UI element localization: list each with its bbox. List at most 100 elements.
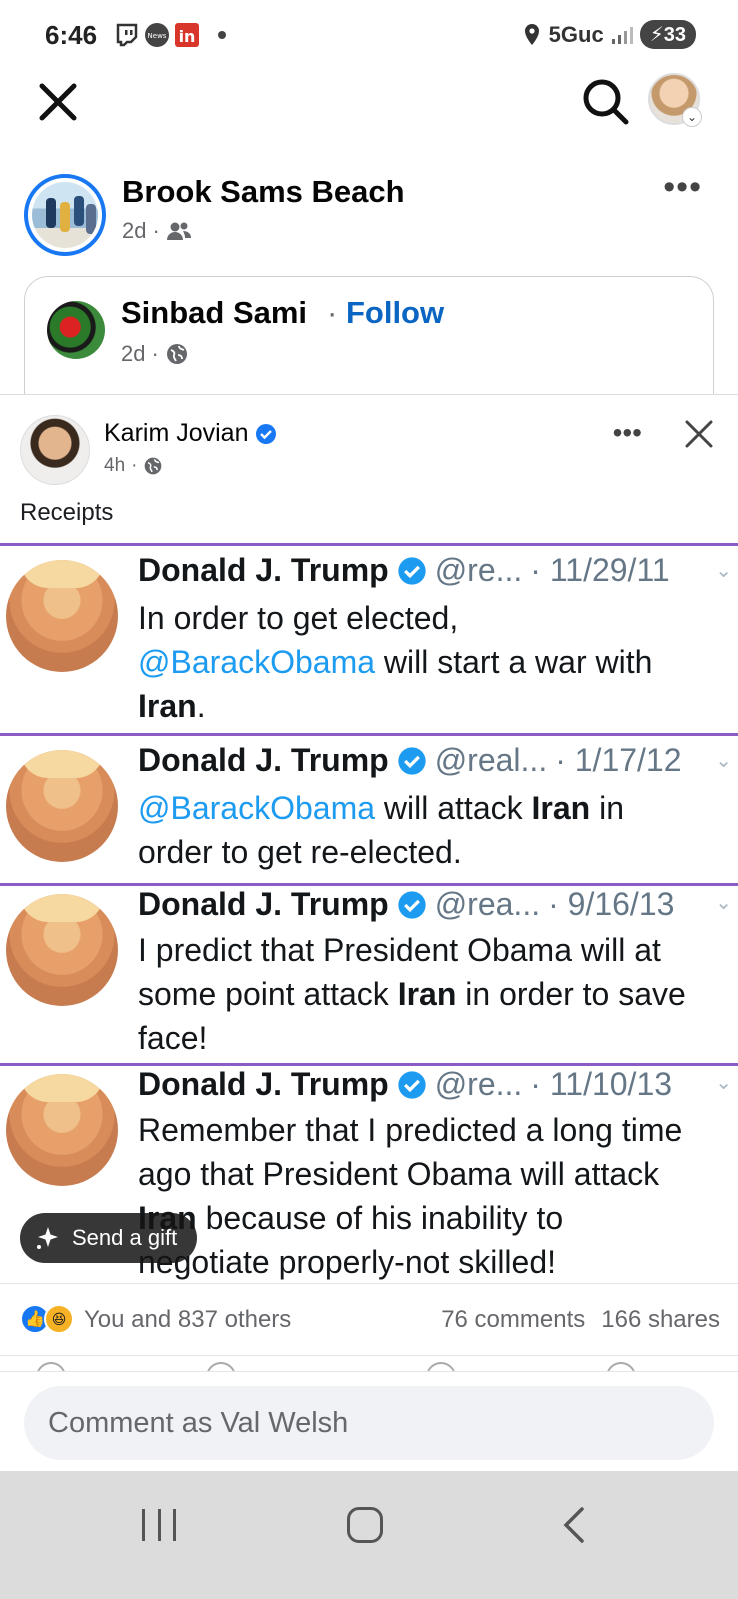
inner-author-row: Karim Jovian: [104, 419, 277, 448]
tweet-author: Donald J. Trump: [138, 742, 389, 778]
follow-label: Follow: [345, 295, 445, 330]
haha-reaction-icon: 😆: [44, 1304, 74, 1334]
tweet-date: · 11/10/13: [530, 1066, 673, 1102]
home-icon[interactable]: [347, 1507, 383, 1543]
tweet-header: Donald J. Trump @rea... · 9/16/13: [138, 886, 674, 923]
globe-icon: [166, 344, 187, 364]
tweet-text-part: In order to get elected,: [138, 600, 459, 636]
comments-count[interactable]: 76 comments: [441, 1306, 585, 1334]
verified-badge-icon: [255, 423, 276, 444]
svg-text:News: News: [148, 32, 167, 40]
tweet-date: · 11/29/11: [530, 552, 670, 588]
tweet-card: Donald J. Trump @rea... · 9/16/13 ⌄ I pr…: [0, 883, 738, 1063]
send-gift-button[interactable]: Send a gift: [20, 1213, 198, 1263]
chevron-down-icon: ⌄: [715, 750, 732, 772]
tweet-author: Donald J. Trump: [138, 886, 389, 922]
comment-bar: Comment as Val Welsh: [0, 1371, 738, 1471]
tweet-text-part: because of his inability to: [196, 1200, 564, 1236]
tweet-avatar: [6, 750, 118, 862]
post-author[interactable]: Brook Sams Beach: [122, 174, 405, 210]
tweet-header: Donald J. Trump @real... · 1/17/12: [138, 742, 682, 779]
shared-post-card: Sinbad Sami · Follow 2d ·: [24, 276, 714, 406]
chevron-down-icon: ⌄: [715, 560, 732, 582]
hide-post-close-icon[interactable]: [682, 417, 716, 451]
linkedin-icon: in: [175, 23, 199, 47]
follow-separator: ·: [327, 295, 338, 330]
inner-meta: 4h ·: [104, 455, 163, 477]
tweet-text-part: negotiate properly-not skilled!: [138, 1244, 557, 1280]
tweet-date: · 9/16/13: [548, 886, 675, 922]
verified-badge-icon: [398, 556, 426, 585]
notification-dot-icon: [218, 31, 226, 39]
battery-charging-icon: ⚡: [649, 24, 664, 46]
shared-author-avatar[interactable]: [47, 301, 105, 359]
tweet-handle: @re...: [434, 1066, 523, 1102]
engagement-counts: 76 comments 166 shares: [441, 1306, 720, 1334]
profile-avatar[interactable]: ⌄: [648, 73, 702, 127]
more-options-button[interactable]: •••: [663, 170, 702, 204]
tweet-author: Donald J. Trump: [138, 1066, 389, 1102]
tweet-text: @BarackObama will attack Iran in order t…: [138, 786, 738, 874]
signal-icon: [611, 26, 633, 44]
chevron-down-icon: ⌄: [715, 892, 732, 914]
back-icon[interactable]: [556, 1505, 596, 1545]
tweet-text-part: face!: [138, 1020, 208, 1056]
tweet-avatar: [6, 894, 118, 1006]
inner-author-avatar[interactable]: [20, 415, 90, 485]
inner-meta-separator: ·: [131, 455, 138, 476]
tweet-author: Donald J. Trump: [138, 552, 389, 588]
tweet-bold-word: Iran: [531, 790, 591, 826]
status-bar: 6:46 News in 5Guc ⚡33: [0, 0, 738, 70]
tweet-handle: @real...: [434, 742, 548, 778]
follow-button[interactable]: · Follow: [327, 295, 444, 331]
tweet-avatar: [6, 560, 118, 672]
tweet-text-part: will start a war with: [375, 644, 653, 680]
verified-badge-icon: [398, 890, 426, 919]
tweet-bold-word: Iran: [138, 688, 197, 724]
shared-time[interactable]: 2d: [121, 341, 145, 367]
shared-author-name[interactable]: Sinbad Sami: [121, 295, 307, 331]
tweet-mention: @BarackObama: [138, 790, 376, 826]
meta-separator: ·: [152, 218, 160, 243]
inner-post: Karim Jovian 4h · ••• Receipts Donald J.…: [0, 394, 738, 1471]
shares-count[interactable]: 166 shares: [601, 1306, 720, 1334]
news-icon: News: [145, 23, 169, 47]
close-icon[interactable]: [34, 78, 82, 126]
svg-text:in: in: [179, 27, 196, 46]
network-label: 5Guc: [548, 21, 604, 47]
tweet-text-part: Remember that I predicted a long time: [138, 1112, 683, 1148]
reactions-summary: 👍 😆 You and 837 others 76 comments 166 s…: [0, 1283, 738, 1353]
location-icon: [524, 23, 539, 45]
post-header: Brook Sams Beach 2d · •••: [0, 170, 738, 260]
inner-more-button[interactable]: •••: [613, 417, 642, 449]
inner-author-name[interactable]: Karim Jovian: [104, 419, 249, 448]
verified-badge-icon: [398, 746, 426, 775]
post-time[interactable]: 2d: [122, 218, 146, 244]
shared-meta-separator: ·: [151, 341, 159, 366]
system-nav-bar: [0, 1471, 738, 1599]
shared-meta: 2d ·: [121, 341, 189, 367]
tweet-text-part: order to get re-elected.: [138, 834, 462, 870]
tweet-handle: @re...: [434, 552, 523, 588]
recent-apps-icon[interactable]: [142, 1509, 176, 1543]
top-bar: ⌄: [0, 70, 738, 134]
comment-input[interactable]: Comment as Val Welsh: [24, 1386, 714, 1460]
tweet-handle: @rea...: [434, 886, 541, 922]
tweet-bold-word: Iran: [397, 976, 457, 1012]
tweet-text: In order to get elected, @BarackObama wi…: [138, 596, 738, 728]
tweet-text: I predict that President Obama will at s…: [138, 928, 738, 1060]
inner-time[interactable]: 4h: [104, 455, 125, 477]
tweet-header: Donald J. Trump @re... · 11/10/13: [138, 1066, 672, 1103]
tweet-text-part: I predict that President Obama will at: [138, 932, 661, 968]
group-audience-icon: [166, 222, 191, 240]
tweet-header: Donald J. Trump @re... · 11/29/11: [138, 552, 670, 589]
tweet-text-part: will attack: [375, 790, 532, 826]
tweet-text: Remember that I predicted a long time ag…: [138, 1108, 738, 1283]
chevron-down-icon: ⌄: [682, 107, 702, 127]
group-avatar[interactable]: [24, 174, 106, 256]
tweet-text-part: ago that President Obama will attack: [138, 1156, 660, 1192]
reactions-count[interactable]: You and 837 others: [84, 1306, 291, 1334]
reaction-icons[interactable]: 👍 😆: [20, 1304, 74, 1334]
search-icon[interactable]: [580, 76, 630, 126]
post-image-tweets[interactable]: Donald J. Trump @re... · 11/29/11 ⌄ In o…: [0, 543, 738, 1283]
